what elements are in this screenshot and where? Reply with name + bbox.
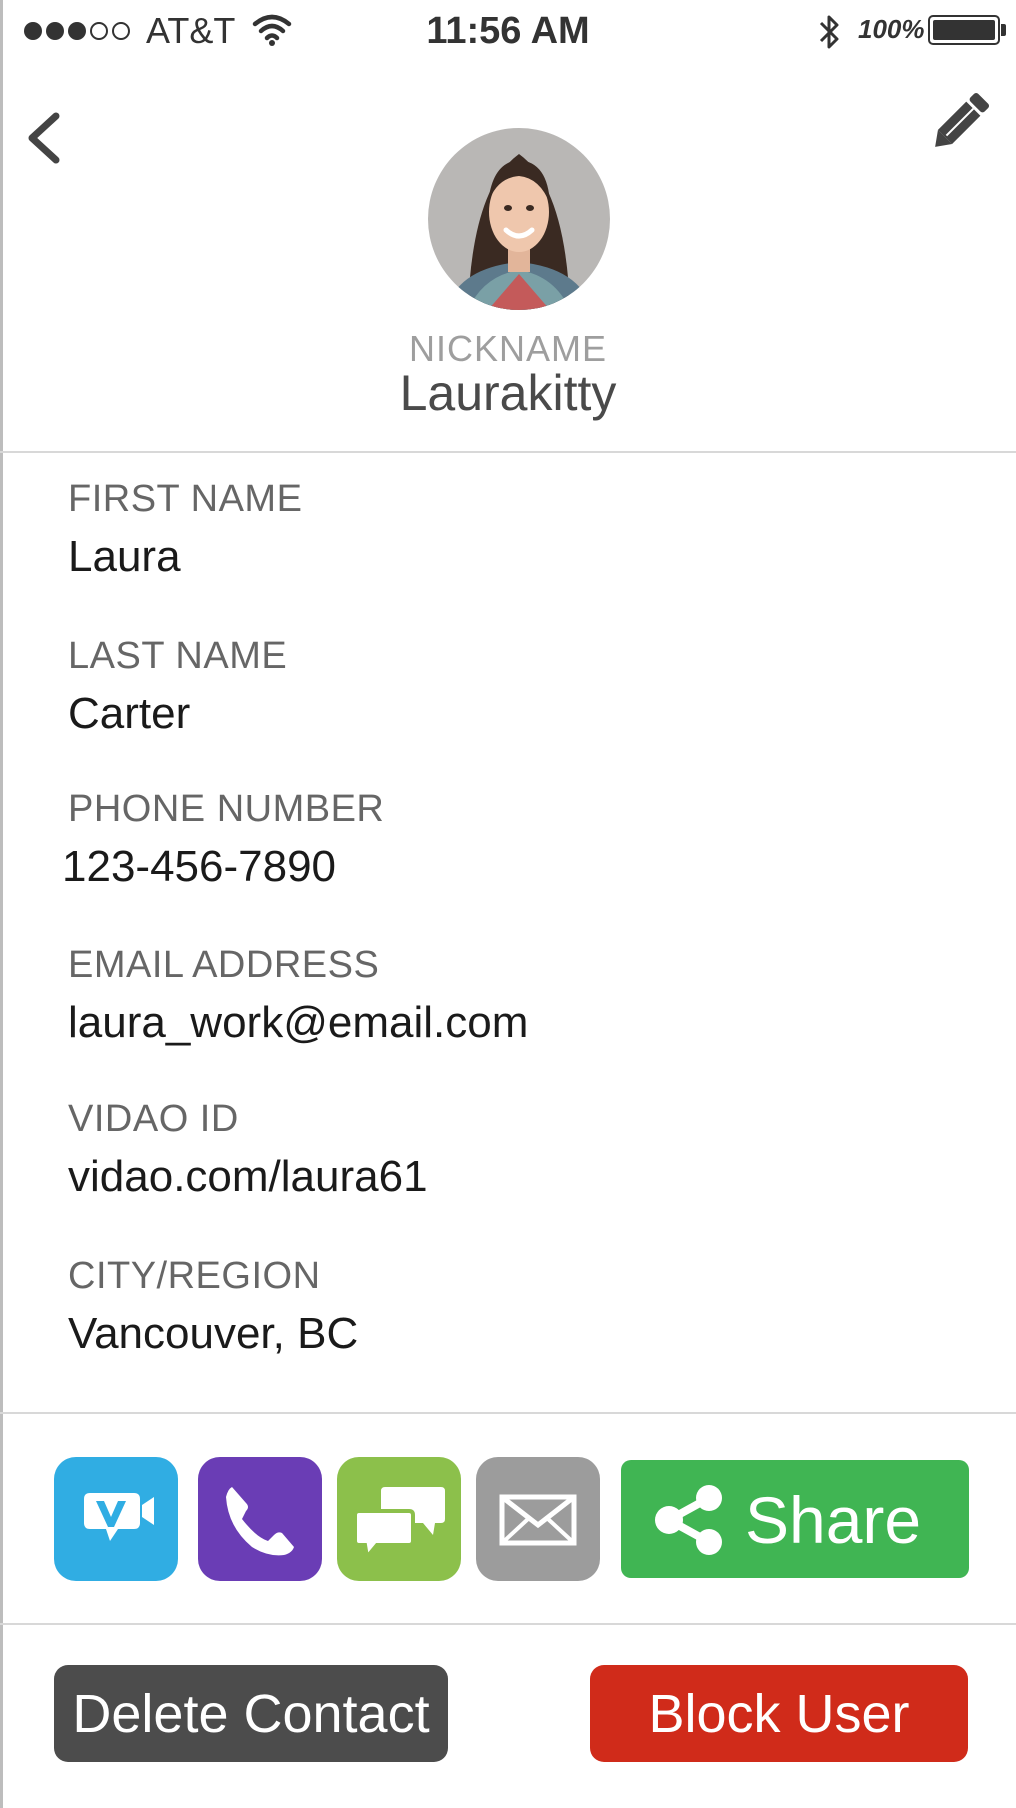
city-region-field: CITY/REGION Vancouver, BC [68,1254,358,1360]
phone-number-field: PHONE NUMBER 123-456-7890 [62,787,385,893]
video-call-button[interactable] [54,1457,178,1581]
video-camera-icon [84,1493,154,1541]
field-label: PHONE NUMBER [68,788,385,830]
battery-percentage: 100% [858,14,925,44]
field-label: EMAIL ADDRESS [68,944,380,986]
field-value[interactable]: 123-456-7890 [62,841,384,893]
nickname-value: Laurakitty [399,365,617,421]
delete-contact-button[interactable]: Delete Contact [54,1665,448,1762]
pencil-icon[interactable] [928,86,996,154]
email-address-field: EMAIL ADDRESS laura_work@email.com [68,943,528,1049]
battery-icon [928,15,1000,45]
left-border [0,0,3,1808]
last-name-field: LAST NAME Carter [68,634,287,740]
block-user-label: Block User [648,1684,910,1744]
phone-icon [226,1487,294,1556]
delete-contact-label: Delete Contact [72,1684,430,1744]
field-value: Vancouver, BC [68,1309,359,1358]
avatar [428,128,610,310]
chevron-left-icon[interactable] [20,108,70,168]
bluetooth-icon [819,15,839,49]
field-value: Laura [68,532,181,581]
envelope-icon [499,1494,577,1546]
phone-call-button[interactable] [198,1457,322,1581]
vidao-id-field: VIDAO ID vidao.com/laura61 [68,1097,428,1203]
field-value[interactable]: laura_work@email.com [68,997,528,1049]
share-button[interactable]: Share [621,1460,969,1578]
field-value[interactable]: vidao.com/laura61 [68,1151,428,1203]
block-user-button[interactable]: Block User [590,1665,968,1762]
share-icon [655,1485,722,1555]
field-label: FIRST NAME [68,478,303,520]
status-bar: AT&T 11:56 AM 100% [0,0,1016,64]
email-button[interactable] [476,1457,600,1581]
field-value: Carter [68,689,191,738]
contact-detail-screen: AT&T 11:56 AM 100% NICKNAME Laurakitty F… [0,0,1016,1808]
field-label: CITY/REGION [68,1255,321,1297]
chat-button[interactable] [337,1457,461,1581]
divider [0,1623,1016,1625]
field-label: LAST NAME [68,635,288,677]
battery-tip [1001,24,1006,36]
first-name-field: FIRST NAME Laura [68,477,302,583]
divider [0,451,1016,453]
chat-bubbles-icon [353,1487,445,1562]
share-label: Share [745,1483,922,1557]
field-label: VIDAO ID [68,1098,239,1140]
divider [0,1412,1016,1414]
